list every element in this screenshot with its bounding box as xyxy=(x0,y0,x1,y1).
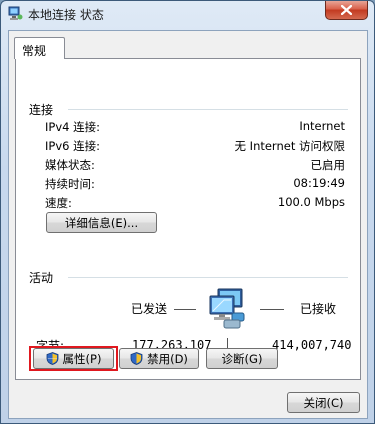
activity-section-title: 活动 xyxy=(29,271,54,285)
ipv6-label: IPv6 连接: xyxy=(45,139,100,153)
diagnose-button[interactable]: 诊断(G) xyxy=(206,348,278,369)
duration-value: 08:19:49 xyxy=(293,176,345,190)
close-icon xyxy=(341,5,352,15)
section-divider xyxy=(68,109,348,110)
network-computers-icon xyxy=(204,287,252,335)
ipv4-value: Internet xyxy=(299,119,345,133)
window-close-button[interactable] xyxy=(325,1,368,20)
close-button[interactable]: 关闭(C) xyxy=(287,392,360,413)
media-state-value: 已启用 xyxy=(310,158,346,172)
disable-button[interactable]: 禁用(D) xyxy=(119,348,199,369)
shield-icon xyxy=(46,352,59,365)
sent-label: 已发送 xyxy=(131,302,168,316)
properties-button[interactable]: 属性(P) xyxy=(33,348,114,369)
section-divider xyxy=(68,277,348,278)
window-title: 本地连接 状态 xyxy=(28,8,104,22)
connection-section-title: 连接 xyxy=(29,103,54,117)
tab-general[interactable]: 常规 xyxy=(14,37,65,59)
details-button[interactable]: 详细信息(E)... xyxy=(46,212,157,233)
dialog-client-area: 常规 连接 IPv4 连接: Internet IPv6 连接: 无 Inter… xyxy=(8,30,368,419)
bytes-received-value: 414,007,740 xyxy=(272,338,352,352)
shield-icon xyxy=(130,352,143,365)
ipv6-value: 无 Internet 访问权限 xyxy=(234,139,345,153)
ipv4-label: IPv4 连接: xyxy=(45,120,100,134)
properties-button-label: 属性(P) xyxy=(62,351,102,366)
received-label: 已接收 xyxy=(300,302,337,316)
network-connection-icon xyxy=(8,6,23,21)
title-bar[interactable]: 本地连接 状态 xyxy=(1,1,374,27)
disable-button-label: 禁用(D) xyxy=(147,351,188,366)
speed-value: 100.0 Mbps xyxy=(277,195,345,209)
tab-panel-general: 连接 IPv4 连接: Internet IPv6 连接: 无 Internet… xyxy=(15,58,361,380)
media-state-label: 媒体状态: xyxy=(45,158,95,172)
speed-label: 速度: xyxy=(45,196,72,210)
sent-line xyxy=(174,309,196,310)
received-line xyxy=(260,309,284,310)
status-dialog: 本地连接 状态 常规 连接 IPv4 连接: Internet IPv6 连接:… xyxy=(0,0,375,424)
duration-label: 持续时间: xyxy=(45,177,95,191)
